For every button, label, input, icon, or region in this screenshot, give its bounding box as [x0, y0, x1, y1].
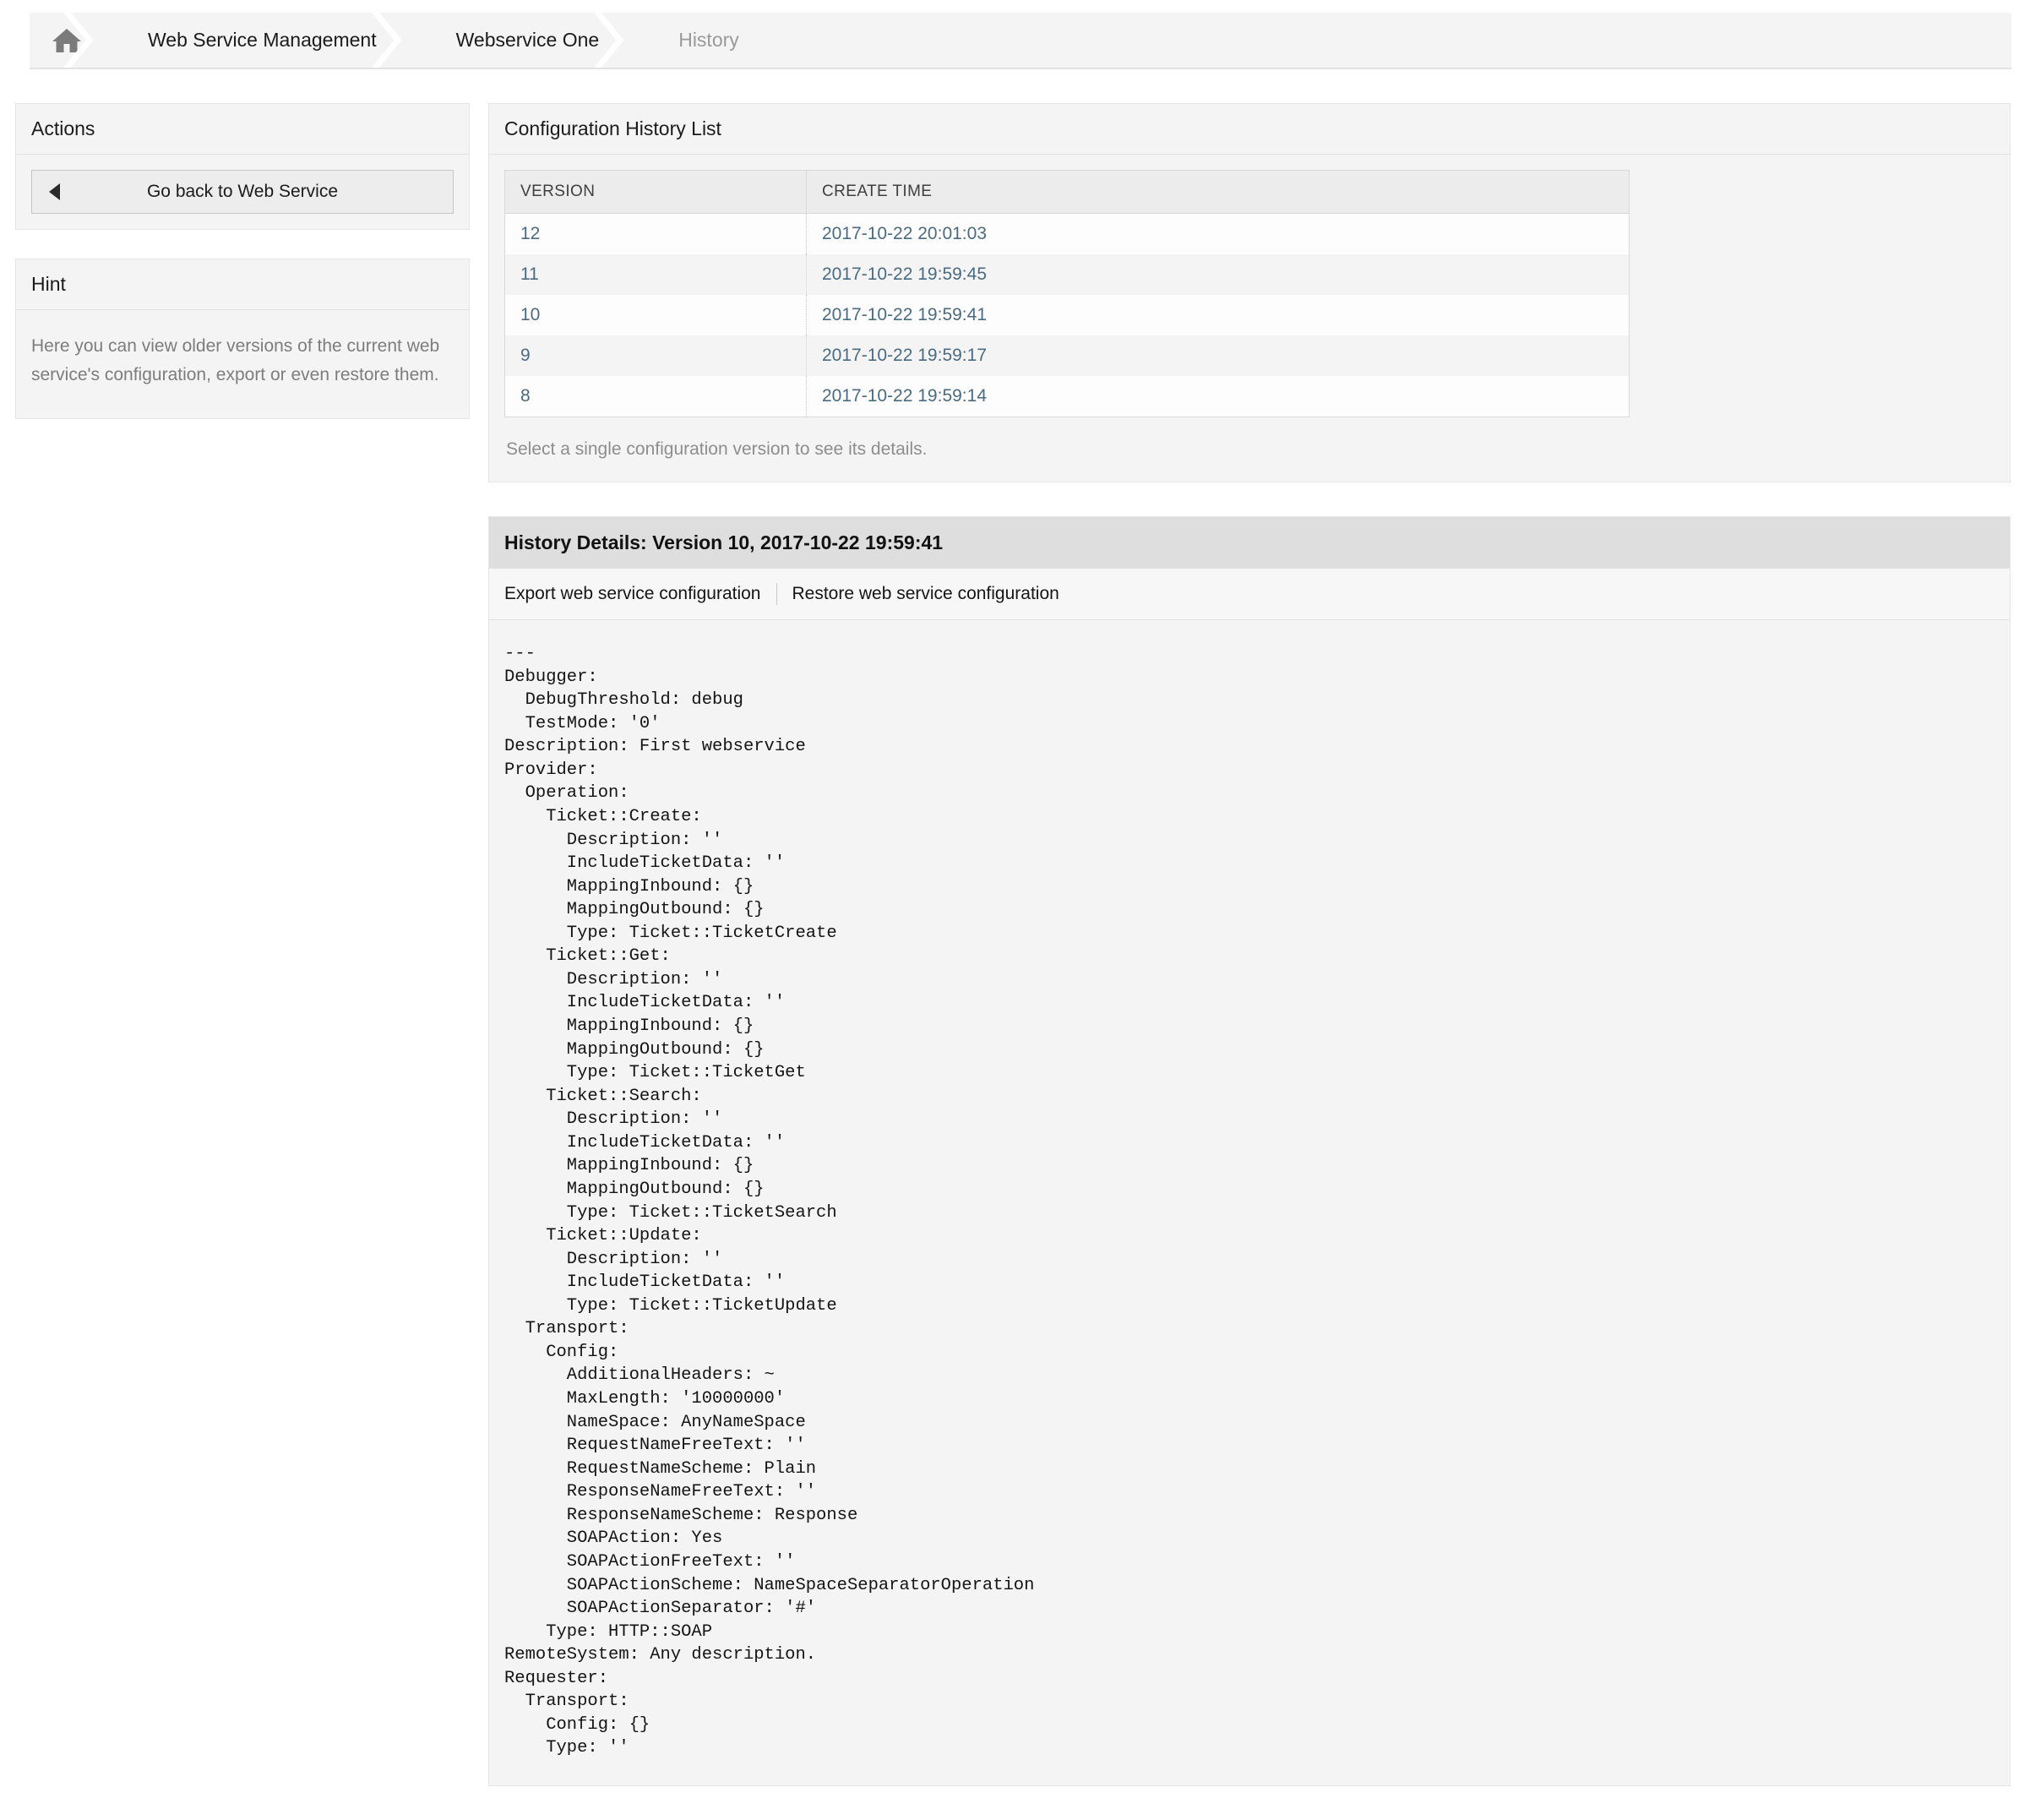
breadcrumb-item-web-service-management[interactable]: Web Service Management	[97, 13, 405, 68]
actions-widget-body: Go back to Web Service	[16, 155, 469, 229]
history-table: VERSION CREATE TIME 12 2017-10-22 20:01:…	[504, 170, 1630, 417]
hint-widget-title: Hint	[16, 259, 469, 310]
table-row[interactable]: 11 2017-10-22 19:59:45	[505, 254, 1630, 295]
breadcrumb: Web Service Management Webservice One Hi…	[30, 13, 2011, 69]
breadcrumb-label: History	[678, 29, 739, 52]
home-icon	[52, 27, 82, 54]
history-table-body: 12 2017-10-22 20:01:03 11 2017-10-22 19:…	[505, 214, 1630, 417]
cell-create-time[interactable]: 2017-10-22 20:01:03	[807, 214, 1630, 255]
actions-widget-title: Actions	[16, 104, 469, 155]
column-header-create-time[interactable]: CREATE TIME	[807, 171, 1630, 214]
cell-version[interactable]: 8	[505, 376, 807, 417]
cell-create-time[interactable]: 2017-10-22 19:59:41	[807, 295, 1630, 335]
configuration-history-list-title: Configuration History List	[489, 104, 2010, 155]
hint-widget: Hint Here you can view older versions of…	[15, 259, 470, 419]
history-details-panel: History Details: Version 10, 2017-10-22 …	[488, 516, 2011, 1786]
sidebar: Actions Go back to Web Service Hint Here…	[15, 103, 470, 448]
cell-create-time[interactable]: 2017-10-22 19:59:14	[807, 376, 1630, 417]
breadcrumb-label: Web Service Management	[148, 29, 377, 52]
breadcrumb-separator-icon	[595, 13, 629, 68]
actions-widget: Actions Go back to Web Service	[15, 103, 470, 230]
main-content: Configuration History List VERSION CREAT…	[488, 103, 2011, 1820]
breadcrumb-separator-icon	[373, 13, 406, 68]
hint-widget-text: Here you can view older versions of the …	[16, 310, 469, 418]
go-back-button-label: Go back to Web Service	[147, 182, 338, 201]
history-details-title: History Details: Version 10, 2017-10-22 …	[489, 517, 2010, 569]
cell-version[interactable]: 10	[505, 295, 807, 335]
restore-web-service-configuration-link[interactable]: Restore web service configuration	[792, 584, 1059, 604]
cell-version[interactable]: 12	[505, 214, 807, 255]
table-header-row: VERSION CREATE TIME	[505, 171, 1630, 214]
table-row[interactable]: 8 2017-10-22 19:59:14	[505, 376, 1630, 417]
breadcrumb-label: Webservice One	[456, 29, 600, 52]
table-row[interactable]: 9 2017-10-22 19:59:17	[505, 335, 1630, 376]
history-details-actions: Export web service configuration Restore…	[489, 569, 2010, 620]
export-web-service-configuration-link[interactable]: Export web service configuration	[504, 584, 761, 604]
table-row[interactable]: 12 2017-10-22 20:01:03	[505, 214, 1630, 255]
history-table-head: VERSION CREATE TIME	[505, 171, 1630, 214]
configuration-yaml-box: --- Debugger: DebugThreshold: debug Test…	[489, 620, 2010, 1785]
cell-version[interactable]: 9	[505, 335, 807, 376]
history-table-note: Select a single configuration version to…	[504, 417, 1995, 466]
go-back-to-web-service-button[interactable]: Go back to Web Service	[31, 170, 454, 214]
caret-left-icon	[49, 183, 60, 200]
breadcrumb-item-history: History	[628, 13, 768, 68]
configuration-history-list-body: VERSION CREATE TIME 12 2017-10-22 20:01:…	[489, 155, 2010, 482]
cell-create-time[interactable]: 2017-10-22 19:59:17	[807, 335, 1630, 376]
table-row[interactable]: 10 2017-10-22 19:59:41	[505, 295, 1630, 335]
column-header-version[interactable]: VERSION	[505, 171, 807, 214]
cell-version[interactable]: 11	[505, 254, 807, 295]
breadcrumb-item-home[interactable]	[30, 13, 97, 68]
cell-create-time[interactable]: 2017-10-22 19:59:45	[807, 254, 1630, 295]
action-divider	[776, 583, 777, 605]
configuration-yaml: --- Debugger: DebugThreshold: debug Test…	[504, 642, 1995, 1760]
breadcrumb-item-webservice-one[interactable]: Webservice One	[405, 13, 629, 68]
configuration-history-list-panel: Configuration History List VERSION CREAT…	[488, 103, 2011, 482]
